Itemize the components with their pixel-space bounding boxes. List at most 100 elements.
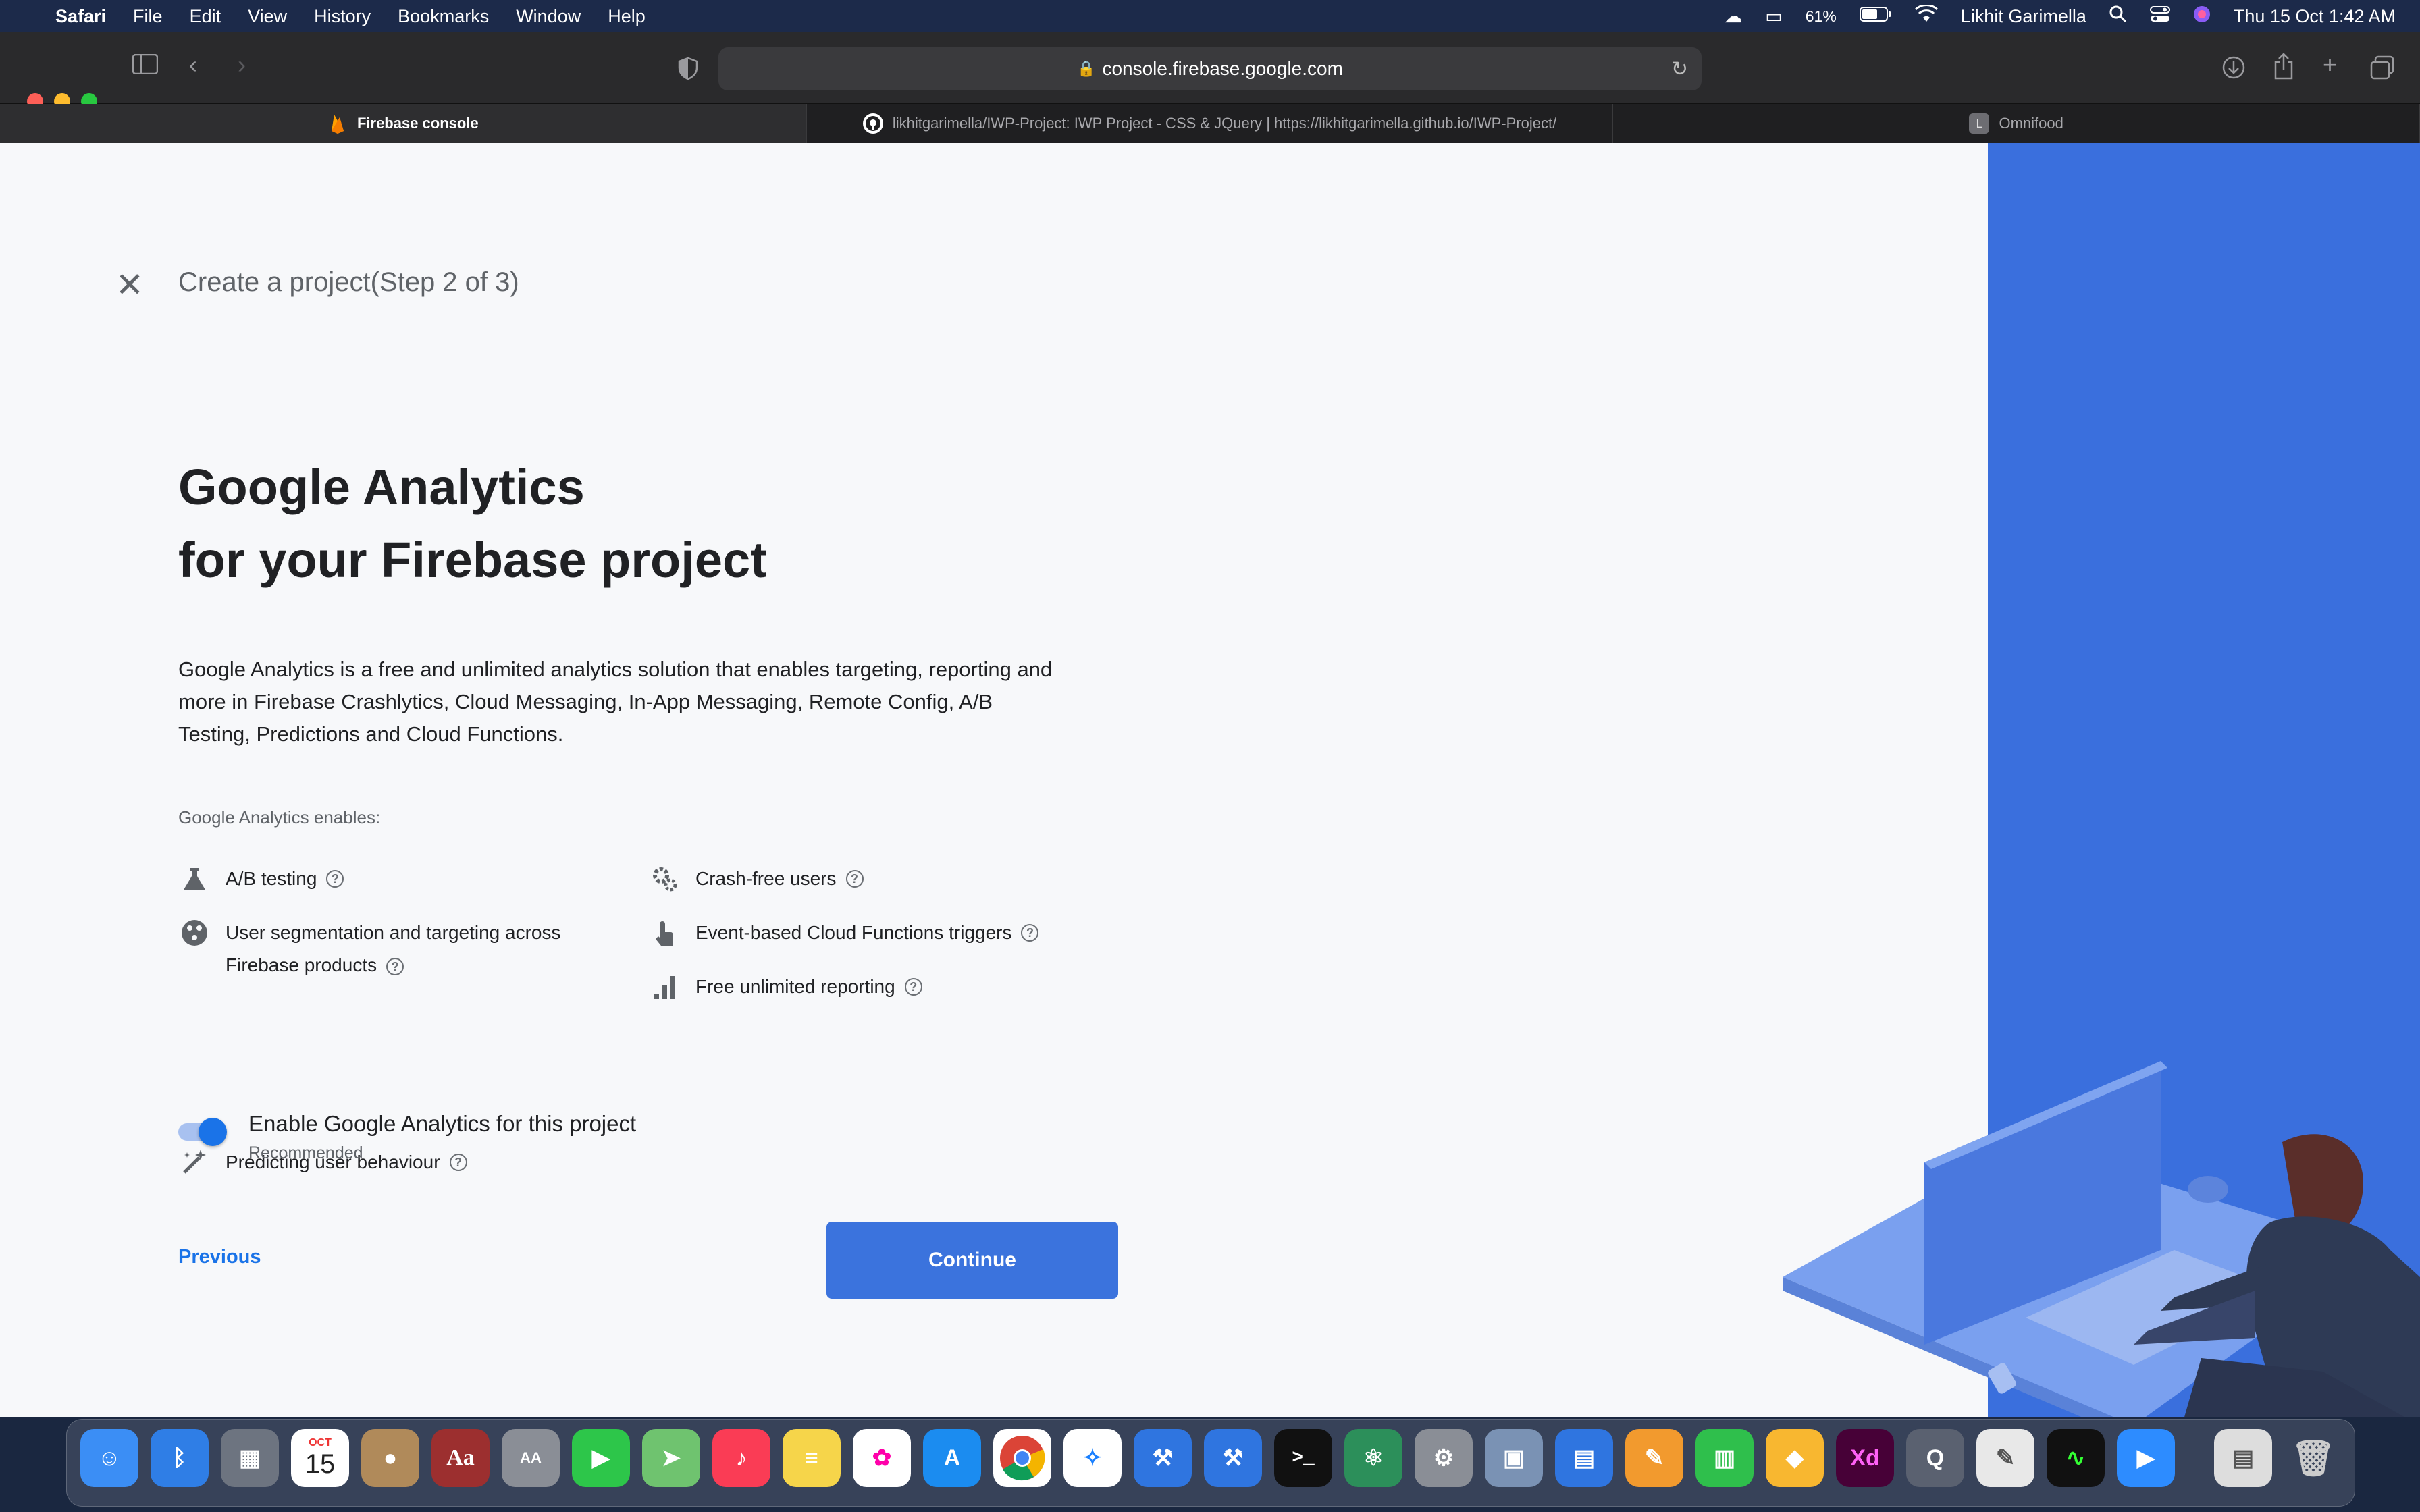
facetime-icon[interactable]: ▶ [572, 1429, 630, 1487]
preview-icon[interactable]: ▣ [1485, 1429, 1543, 1487]
tab-github[interactable]: likhitgarimella/IWP-Project: IWP Project… [807, 104, 1614, 143]
segmentation-icon [178, 917, 211, 949]
address-bar[interactable]: 🔒 console.firebase.google.com ↻ [718, 47, 1702, 90]
instruments-icon[interactable]: ⚒ [1204, 1429, 1262, 1487]
calendar-day: 15 [305, 1449, 336, 1479]
sidebar-toggle-icon[interactable] [132, 53, 159, 78]
forward-icon[interactable]: › [238, 53, 246, 77]
downloads-icon[interactable] [2221, 55, 2246, 84]
enables-label: Google Analytics enables: [178, 807, 381, 828]
photos-icon[interactable]: ✿ [853, 1429, 911, 1487]
analytics-description: Google Analytics is a free and unlimited… [178, 657, 1053, 746]
creative-cloud-icon[interactable]: ☁ [1724, 6, 1742, 27]
tab-label: Firebase console [357, 115, 479, 132]
feature-crash-free: Crash-free users ? [648, 863, 864, 895]
firebase-create-project-page: ✕ Create a project(Step 2 of 3) Google A… [0, 143, 2420, 1418]
notes-icon[interactable]: ≡ [783, 1429, 841, 1487]
wifi-icon[interactable] [1914, 3, 1938, 28]
enable-analytics-toggle[interactable] [178, 1115, 228, 1148]
battery-icon[interactable] [1859, 6, 1892, 27]
finder-icon[interactable]: ☺ [80, 1429, 138, 1487]
browser-toolbar: ‹ › 🔒 console.firebase.google.com ↻ + [0, 32, 2420, 109]
menubar-clock[interactable]: Thu 15 Oct 1:42 AM [2234, 6, 2396, 27]
numbers-icon[interactable]: ▥ [1695, 1429, 1754, 1487]
close-icon[interactable]: ✕ [112, 267, 147, 302]
help-icon[interactable]: ? [386, 957, 404, 975]
new-tab-icon[interactable]: + [2323, 53, 2337, 77]
launchpad-icon[interactable]: ▦ [221, 1429, 279, 1487]
feature-ab-testing: A/B testing ? [178, 863, 344, 895]
menu-file[interactable]: File [133, 6, 163, 27]
menu-help[interactable]: Help [608, 6, 646, 27]
help-icon[interactable]: ? [845, 870, 864, 888]
battery-percent: 61% [1805, 7, 1837, 25]
feature-label: A/B testing [226, 868, 317, 889]
previous-button[interactable]: Previous [178, 1246, 261, 1268]
feature-label: Event-based Cloud Functions triggers [695, 922, 1012, 943]
back-icon[interactable]: ‹ [189, 53, 197, 77]
bluetooth-icon[interactable]: ᛒ [151, 1429, 209, 1487]
atom-icon[interactable]: ⚛ [1344, 1429, 1402, 1487]
pages-icon[interactable]: ✎ [1625, 1429, 1683, 1487]
menu-bookmarks[interactable]: Bookmarks [398, 6, 489, 27]
share-icon[interactable] [2273, 53, 2294, 84]
adobe-xd-icon[interactable]: Xd [1836, 1429, 1894, 1487]
feature-label: Crash-free users [695, 868, 837, 889]
textedit-icon[interactable]: ✎ [1976, 1429, 2034, 1487]
display-icon[interactable]: ▭ [1765, 6, 1783, 27]
font-book-icon[interactable]: AA [502, 1429, 560, 1487]
person-at-desk-illustration [1783, 1061, 2420, 1418]
help-icon[interactable]: ? [1021, 924, 1039, 942]
calendar-icon[interactable]: OCT 15 [291, 1429, 349, 1487]
omnifood-favicon: L [1969, 113, 1990, 134]
music-icon[interactable]: ♪ [712, 1429, 770, 1487]
firebase-flame-icon [327, 113, 348, 134]
safari-icon[interactable]: ✧ [1063, 1429, 1122, 1487]
gear-icon [648, 863, 681, 895]
menu-history[interactable]: History [314, 6, 371, 27]
github-icon [862, 113, 883, 134]
menu-window[interactable]: Window [516, 6, 581, 27]
app-store-icon[interactable]: A [923, 1429, 981, 1487]
touch-icon [648, 917, 681, 949]
menu-view[interactable]: View [248, 6, 287, 27]
keynote-icon[interactable]: ▤ [1555, 1429, 1613, 1487]
tab-firebase-console[interactable]: Firebase console [0, 104, 807, 143]
contacts-icon[interactable]: ● [361, 1429, 419, 1487]
documents-stack-icon[interactable]: ▤ [2214, 1429, 2272, 1487]
privacy-shield-icon[interactable] [678, 57, 698, 84]
reload-icon[interactable]: ↻ [1671, 57, 1688, 81]
tab-omnifood[interactable]: L Omnifood [1613, 104, 2420, 143]
feature-user-segmentation: User segmentation and targeting across F… [178, 917, 561, 981]
menubar: Safari File Edit View History Bookmarks … [0, 0, 2420, 32]
tab-label: likhitgarimella/IWP-Project: IWP Project… [892, 115, 1557, 132]
maps-icon[interactable]: ➤ [642, 1429, 700, 1487]
bar-chart-icon [648, 971, 681, 1003]
help-icon[interactable]: ? [449, 1154, 467, 1171]
calendar-month: OCT [309, 1436, 332, 1449]
menu-edit[interactable]: Edit [190, 6, 221, 27]
dictionary-icon[interactable]: Aa [431, 1429, 490, 1487]
tab-overview-icon[interactable] [2370, 55, 2394, 84]
user-name[interactable]: Likhit Garimella [1961, 6, 2086, 27]
spotlight-search-icon[interactable] [2109, 5, 2127, 28]
toggle-label: Enable Google Analytics for this project [248, 1111, 637, 1136]
chrome-icon[interactable] [993, 1429, 1051, 1487]
help-icon[interactable]: ? [326, 870, 344, 888]
siri-icon[interactable] [2193, 5, 2211, 28]
zoom-icon[interactable]: ▶ [2117, 1429, 2175, 1487]
menu-app-name[interactable]: Safari [55, 6, 106, 27]
sketch-icon[interactable]: ◆ [1766, 1429, 1824, 1487]
quicktime-icon[interactable]: Q [1906, 1429, 1964, 1487]
continue-button[interactable]: Continue [826, 1222, 1118, 1299]
xcode-beta-icon[interactable]: ⚒ [1134, 1429, 1192, 1487]
address-bar-url: console.firebase.google.com [1102, 58, 1343, 79]
help-icon[interactable]: ? [904, 978, 922, 996]
system-preferences-icon[interactable]: ⚙ [1415, 1429, 1473, 1487]
magic-wand-icon [178, 1146, 211, 1179]
feature-cloud-functions: Event-based Cloud Functions triggers ? [648, 917, 1039, 949]
control-center-icon[interactable] [2149, 5, 2170, 28]
terminal-icon[interactable]: >_ [1274, 1429, 1332, 1487]
activity-monitor-icon[interactable]: ∿ [2047, 1429, 2105, 1487]
trash-icon[interactable]: 🗑 [2284, 1429, 2342, 1487]
